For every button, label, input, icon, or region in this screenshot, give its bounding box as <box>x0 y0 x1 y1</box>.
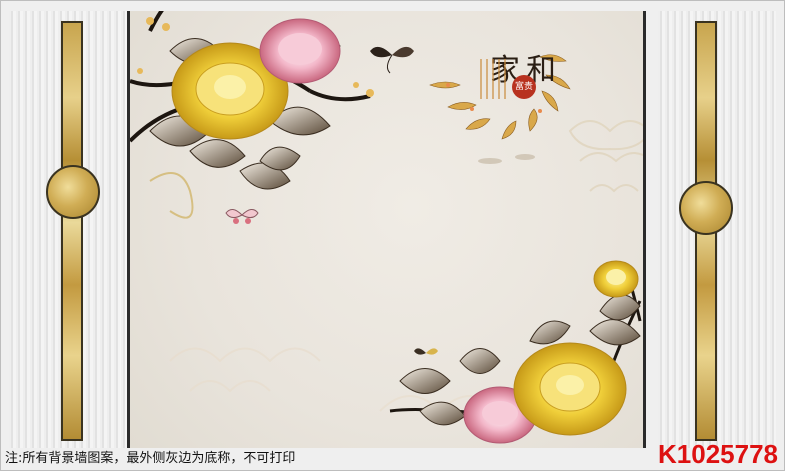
title-badge: 富贵 <box>512 75 536 99</box>
mural-center-panel: 家和 富贵 <box>127 11 646 448</box>
right-marble-medallion <box>679 181 733 235</box>
yellow-peony-small <box>593 260 639 298</box>
fish-shadows <box>478 154 535 164</box>
cloud-pattern-right <box>568 120 643 193</box>
product-code: K1025778 <box>658 439 778 469</box>
title-inscription <box>480 59 510 99</box>
footer-note: 注:所有背景墙图案，最外侧灰边为底称，不可打印 <box>5 451 296 466</box>
yellow-peony-bottom <box>513 342 627 436</box>
mural-frame: 家和 富贵 注:所有背景墙图案，最外侧灰边为底称，不可打印 K1025778 <box>0 0 785 471</box>
calligraphy-title: 家和 富贵 <box>480 45 580 125</box>
butterfly-middle <box>225 209 259 224</box>
butterfly-bottom <box>414 348 438 355</box>
gold-swirl <box>149 172 194 219</box>
left-marble-medallion <box>46 165 100 219</box>
butterfly-top <box>370 46 414 74</box>
left-marble-strip <box>61 21 83 441</box>
pink-peony-top <box>259 18 341 84</box>
